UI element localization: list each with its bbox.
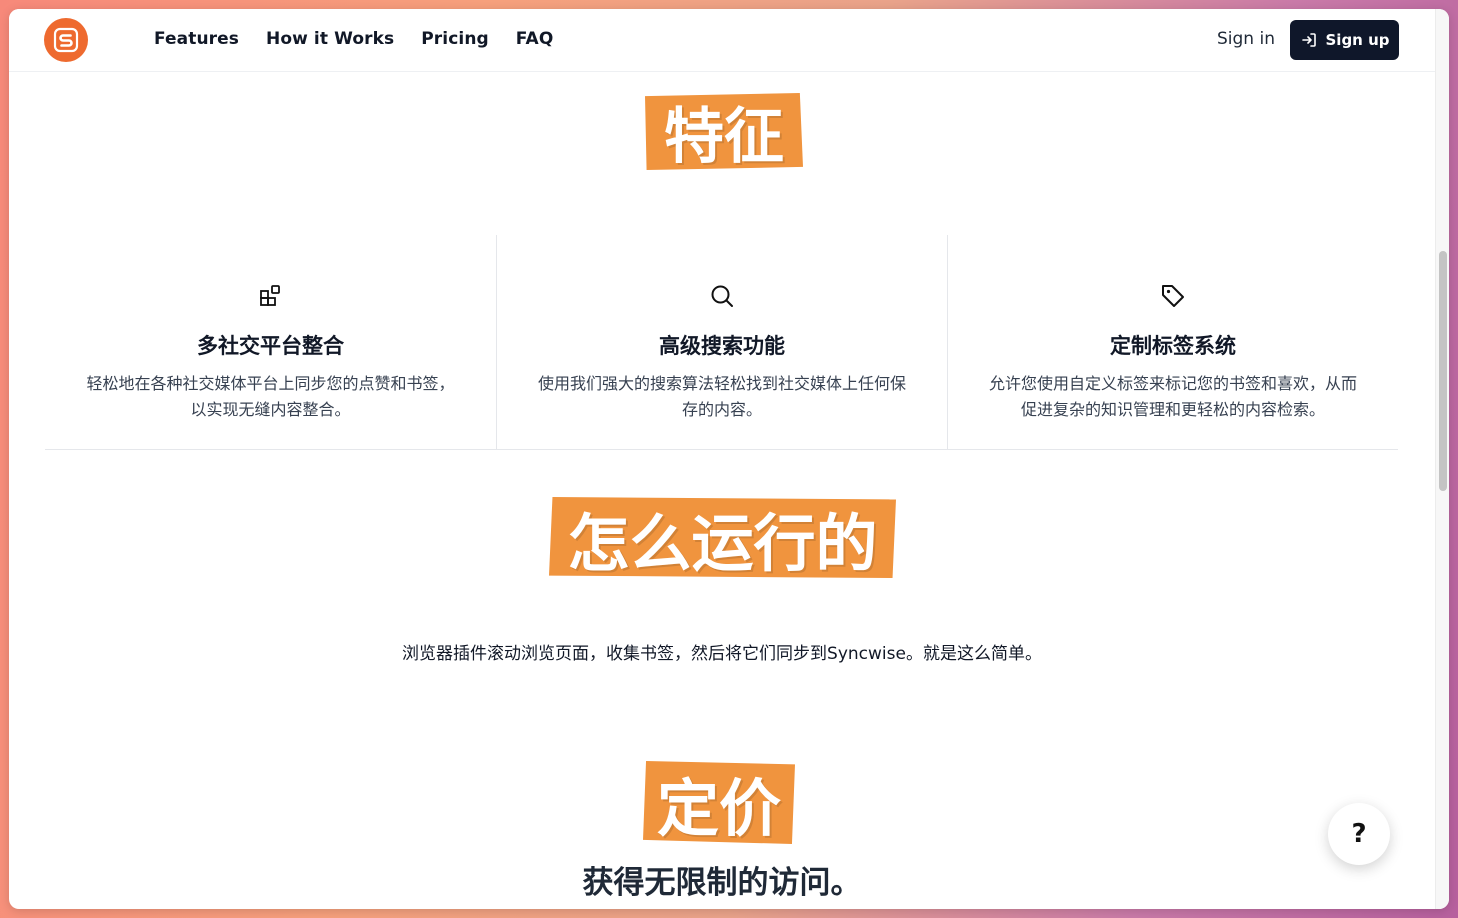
how-it-works-desc: 浏览器插件滚动浏览页面，收集书签，然后将它们同步到Syncwise。就是这么简单… [402, 644, 1042, 664]
sign-in-arrow-icon [1301, 33, 1316, 47]
feature-card: 定制标签系统 允许您使用自定义标签来标记您的书签和喜欢，从而促进复杂的知识管理和… [947, 235, 1398, 449]
help-label: ? [1351, 819, 1367, 849]
features-heading: 特征 [645, 93, 803, 170]
nav-how-it-works[interactable]: How it Works [266, 29, 394, 49]
tag-icon [1162, 285, 1184, 307]
blocks-icon [259, 285, 280, 306]
feature-desc: 使用我们强大的搜索算法轻松找到社交媒体上任何保存的内容。 [537, 374, 906, 419]
syncwise-logo[interactable] [44, 18, 88, 62]
sign-up-button[interactable]: Sign up [1290, 20, 1399, 60]
help-button[interactable]: ? [1328, 803, 1390, 865]
pricing-heading: 定价 [643, 761, 795, 844]
browser-window: Features How it Works Pricing FAQ Sign i… [9, 9, 1449, 909]
feature-title: 多社交平台整合 [197, 334, 344, 358]
feature-desc: 轻松地在各种社交媒体平台上同步您的点赞和书签，以实现无缝内容整合。 [86, 374, 455, 419]
sign-in-link[interactable]: Sign in [1217, 29, 1275, 49]
features-grid: 多社交平台整合 轻松地在各种社交媒体平台上同步您的点赞和书签，以实现无缝内容整合… [45, 235, 1398, 450]
search-icon [711, 285, 733, 307]
pricing-subtitle: 获得无限制的访问。 [582, 865, 862, 901]
nav-features[interactable]: Features [154, 29, 239, 49]
how-it-works-heading: 怎么运行的 [549, 497, 896, 578]
feature-title: 高级搜索功能 [659, 334, 785, 358]
nav-pricing[interactable]: Pricing [421, 29, 489, 49]
site-header: Features How it Works Pricing FAQ Sign i… [9, 9, 1435, 72]
nav-faq[interactable]: FAQ [516, 29, 554, 49]
feature-title: 定制标签系统 [1110, 334, 1236, 358]
main-nav: Features How it Works Pricing FAQ [154, 29, 553, 49]
feature-card: 高级搜索功能 使用我们强大的搜索算法轻松找到社交媒体上任何保存的内容。 [496, 235, 947, 449]
scrollbar-thumb[interactable] [1439, 251, 1447, 491]
scrollbar[interactable] [1435, 9, 1449, 909]
feature-card: 多社交平台整合 轻松地在各种社交媒体平台上同步您的点赞和书签，以实现无缝内容整合… [45, 235, 496, 449]
sign-up-label: Sign up [1325, 31, 1390, 49]
logo-s-icon [53, 27, 79, 53]
feature-desc: 允许您使用自定义标签来标记您的书签和喜欢，从而促进复杂的知识管理和更轻松的内容检… [988, 374, 1357, 419]
